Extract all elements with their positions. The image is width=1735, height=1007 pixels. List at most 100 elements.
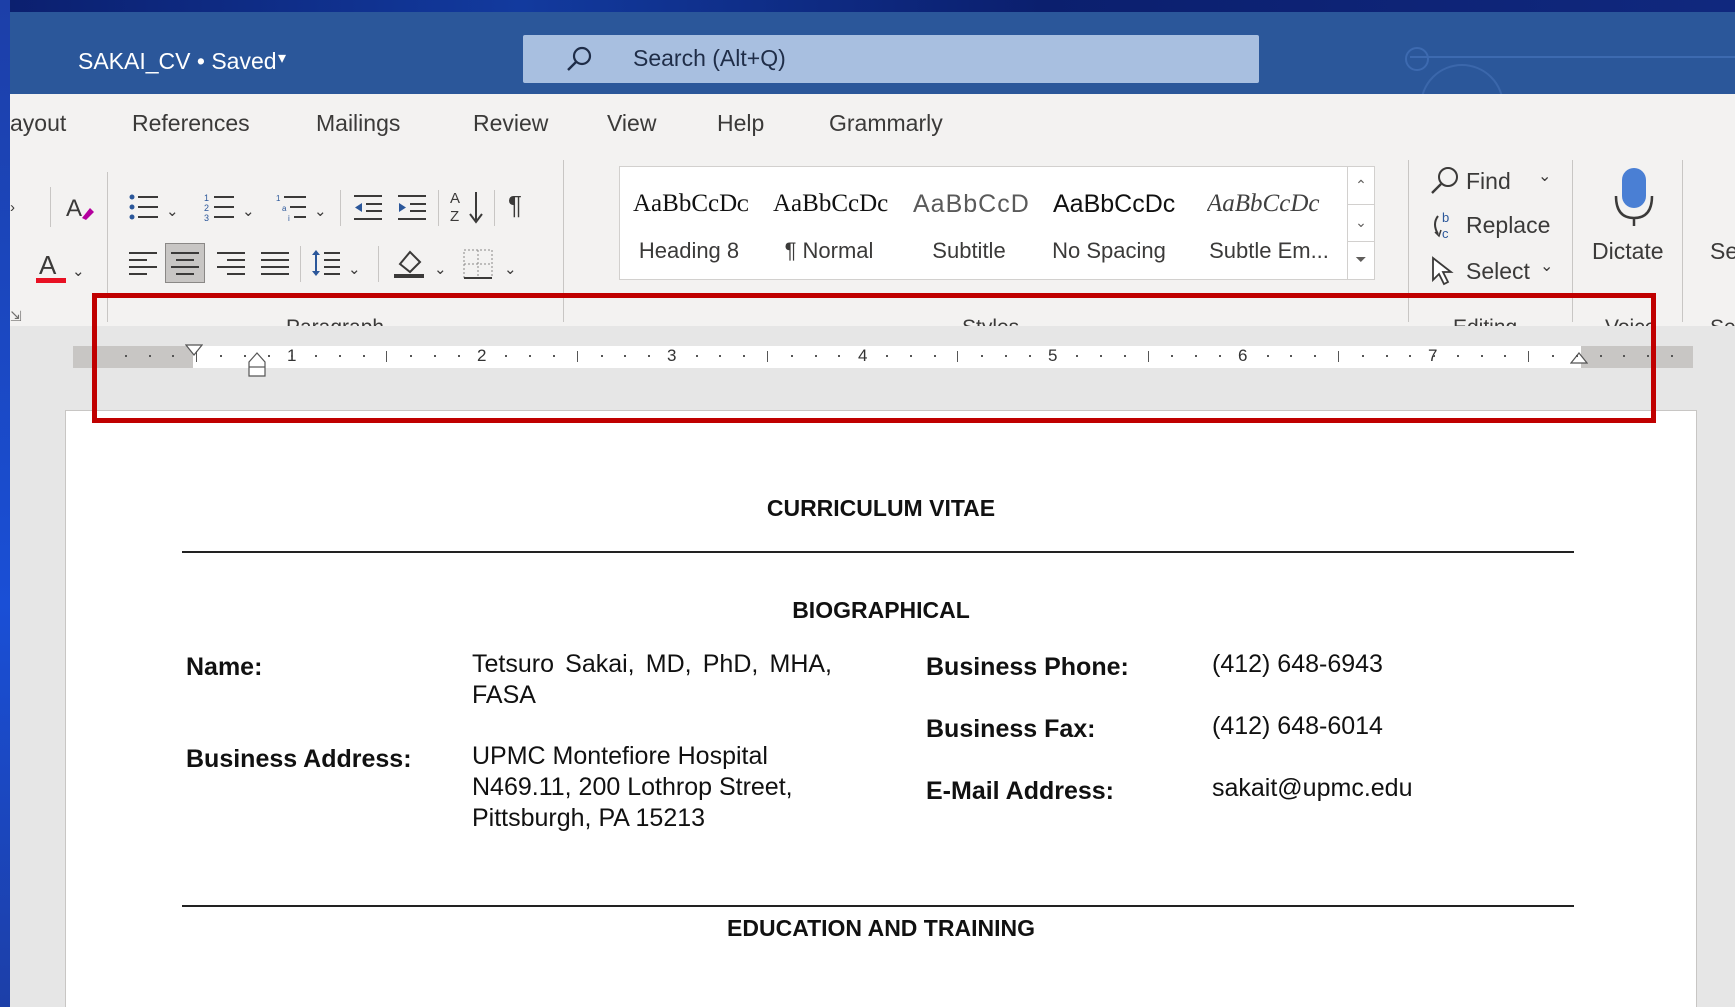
svg-text:a: a — [282, 204, 287, 213]
business-phone-value: (412) 648-6943 — [1212, 650, 1383, 678]
scroll-down-button[interactable]: ⌄ — [1348, 204, 1374, 242]
decrease-indent-icon[interactable] — [352, 192, 384, 222]
style-name: Subtle Em... — [1209, 238, 1329, 263]
email-label: E-Mail Address: — [926, 777, 1115, 805]
style-sample: AaBbCcDᴄ — [633, 190, 750, 217]
multilevel-list-icon[interactable]: 1 a i — [276, 192, 308, 222]
numbering-icon[interactable]: 1 2 3 — [204, 192, 236, 222]
tab-references[interactable]: References — [132, 110, 250, 137]
justify-icon[interactable] — [260, 248, 290, 278]
increase-indent-icon[interactable] — [396, 192, 428, 222]
title-bar-decoration-node — [1405, 47, 1429, 71]
business-phone-label: Business Phone: — [926, 653, 1129, 681]
align-left-icon[interactable] — [128, 248, 158, 278]
name-value: Tetsuro Sakai, MD, PhD, MHA, FASA — [472, 650, 832, 709]
style-heading-8[interactable]: AaBbCcDᴄ Heading 8 — [619, 166, 759, 278]
name-label: Name: — [186, 653, 263, 681]
font-launcher-icon[interactable]: ⇲ — [10, 308, 22, 325]
font-color-swatch — [36, 278, 66, 283]
chevron-down-icon[interactable]: ⌄ — [348, 262, 361, 277]
business-address-value: UPMC Montefiore Hospital N469.11, 200 Lo… — [472, 742, 793, 832]
style-sample: AaBbCcD — [913, 190, 1030, 218]
replace-label: Replace — [1466, 212, 1551, 238]
word-window: SAKAI_CV • Saved ▾ Search (Alt+Q) ayout … — [10, 12, 1735, 1007]
chevron-down-icon[interactable]: ⌄ — [504, 262, 517, 277]
chevron-down-icon[interactable]: ⌄ — [242, 204, 255, 219]
divider — [50, 187, 51, 227]
replace-icon: b c — [1434, 210, 1449, 241]
show-formatting-marks-icon[interactable]: ¶ — [508, 192, 522, 218]
divider — [378, 246, 379, 282]
svg-text:2: 2 — [204, 203, 209, 213]
chevron-down-icon[interactable]: ⌄ — [166, 204, 179, 219]
align-center-button[interactable] — [165, 243, 205, 283]
svg-text:3: 3 — [204, 213, 209, 222]
document-page[interactable]: CURRICULUM VITAE BIOGRAPHICAL Name: Tets… — [65, 410, 1697, 1007]
tab-mailings[interactable]: Mailings — [316, 110, 400, 137]
scroll-up-button[interactable]: ⌃ — [1348, 167, 1374, 205]
ribbon-tabs: ayout References Mailings Review View He… — [10, 94, 1735, 146]
business-fax-label: Business Fax: — [926, 715, 1096, 743]
sensitivity-button-partial[interactable]: Se — [1710, 238, 1735, 265]
desktop-background-left — [0, 0, 10, 1007]
style-sample: AaBbCcDc — [1207, 190, 1320, 217]
business-fax-value: (412) 648-6014 — [1212, 712, 1383, 740]
cursor-icon — [1432, 256, 1454, 286]
sort-icon[interactable]: A Z — [450, 188, 486, 226]
title-bar-decoration — [1410, 56, 1735, 58]
style-subtle-emphasis[interactable]: AaBbCcDc Subtle Em... — [1179, 166, 1347, 278]
divider — [1682, 160, 1683, 322]
svg-text:i: i — [288, 214, 290, 222]
email-value: sakait@upmc.edu — [1212, 774, 1413, 802]
title-bar: SAKAI_CV • Saved ▾ Search (Alt+Q) — [10, 12, 1735, 148]
chevron-down-icon: ⌄ — [1540, 258, 1554, 275]
clear-formatting-icon[interactable]: A — [64, 192, 96, 224]
search-input[interactable]: Search (Alt+Q) — [523, 35, 1259, 83]
style-normal[interactable]: AaBbCcDc ¶ Normal — [759, 166, 899, 278]
chevron-down-icon[interactable]: ⌄ — [434, 262, 447, 277]
dictate-label: Dictate — [1592, 238, 1664, 264]
ruler-dot — [1671, 355, 1673, 357]
microphone-icon — [1614, 168, 1654, 226]
find-label: Find — [1466, 168, 1511, 194]
highlight-box — [92, 293, 1656, 423]
line-spacing-icon[interactable] — [310, 248, 342, 278]
svg-text:1: 1 — [276, 194, 281, 203]
chevron-down-icon[interactable]: ⌄ — [314, 204, 327, 219]
horizontal-rule — [182, 905, 1574, 907]
style-subtitle[interactable]: AaBbCcD Subtitle — [899, 166, 1039, 278]
styles-more-button[interactable]: ⏷ — [1348, 241, 1374, 278]
divider — [494, 190, 495, 226]
tab-help[interactable]: Help — [717, 110, 764, 137]
business-address-label: Business Address: — [186, 745, 412, 773]
shading-icon[interactable] — [392, 246, 426, 280]
chevron-down-icon[interactable]: ⌄ — [72, 264, 85, 279]
style-name: Heading 8 — [638, 238, 740, 263]
style-sample: AaBbCcDc — [1053, 190, 1176, 218]
tab-review[interactable]: Review — [473, 110, 548, 137]
svg-text:A: A — [450, 190, 460, 207]
style-no-spacing[interactable]: AaBbCcDc No Spacing — [1039, 166, 1179, 278]
cv-title: CURRICULUM VITAE — [766, 495, 996, 521]
svg-text:c: c — [1442, 226, 1449, 241]
chevron-down-icon[interactable]: ▾ — [278, 48, 286, 68]
bullets-icon[interactable] — [128, 192, 160, 222]
select-label: Select — [1466, 258, 1530, 284]
style-name: No Spacing — [1052, 238, 1166, 263]
svg-text:Z: Z — [450, 208, 459, 225]
tab-layout[interactable]: ayout — [10, 110, 66, 137]
document-title[interactable]: SAKAI_CV • Saved — [78, 48, 277, 75]
style-name: ¶ Normal — [784, 238, 874, 263]
align-right-icon[interactable] — [216, 248, 246, 278]
section-education: EDUCATION AND TRAINING — [727, 915, 1035, 941]
style-name: Subtitle — [932, 238, 1006, 263]
chevron-down-icon[interactable]: › — [10, 200, 15, 215]
divider — [340, 190, 341, 226]
borders-icon[interactable] — [462, 248, 494, 280]
font-color-button[interactable]: A — [36, 250, 66, 284]
tab-grammarly[interactable]: Grammarly — [829, 110, 943, 137]
svg-text:1: 1 — [204, 193, 209, 203]
style-sample: AaBbCcDc — [773, 190, 889, 217]
search-icon — [1431, 167, 1458, 194]
tab-view[interactable]: View — [607, 110, 656, 137]
